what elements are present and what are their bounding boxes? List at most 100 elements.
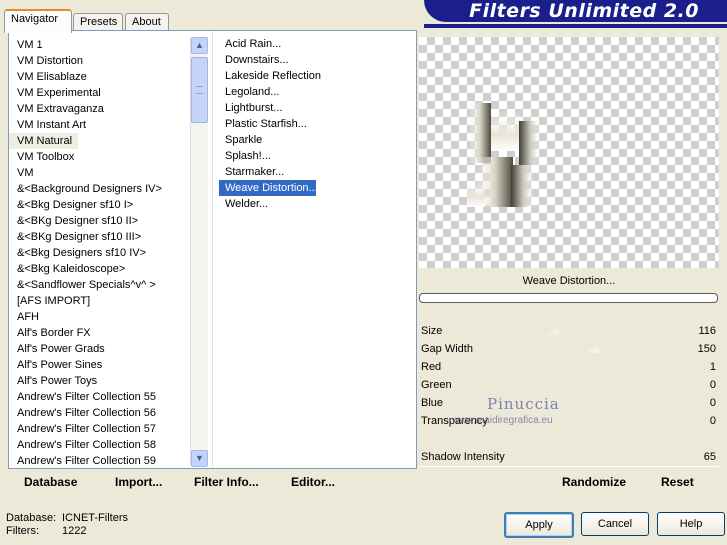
category-item[interactable]: &<Bkg Kaleidoscope>	[9, 261, 190, 277]
import-button[interactable]: Import...	[115, 475, 162, 489]
randomize-button[interactable]: Randomize	[562, 475, 626, 489]
category-item[interactable]: [AFS IMPORT]	[9, 293, 190, 309]
progress-bar	[419, 293, 718, 303]
category-item[interactable]: Alf's Border FX	[9, 325, 190, 341]
watermark-signature: Pinuccia	[487, 395, 560, 413]
param-label: Blue	[421, 397, 444, 409]
navigator-actions: Database Import... Filter Info... Editor…	[8, 469, 415, 496]
category-item[interactable]: &<Bkg Designer sf10 I>	[9, 197, 190, 213]
filter-item[interactable]: Lakeside Reflection	[219, 68, 415, 84]
category-list[interactable]: VM 1 VM Distortion VM Elisablaze VM Experim…	[9, 31, 190, 474]
param-slider-track	[419, 430, 719, 448]
param-value: 150	[697, 343, 716, 355]
category-item[interactable]: Alf's Power Grads	[9, 341, 190, 357]
category-item[interactable]: &<Background Designers IV>	[9, 181, 190, 197]
param-value: 1	[709, 361, 716, 373]
param-row[interactable]: Blue 0	[419, 394, 719, 413]
watermark-url: www.maidiregrafica.eu	[452, 415, 553, 426]
param-slider-track[interactable]	[419, 376, 719, 394]
filter-item[interactable]: Lightburst...	[219, 100, 415, 116]
category-item[interactable]: VM Elisablaze	[9, 69, 190, 85]
category-item[interactable]: AFH	[9, 309, 190, 325]
tab-presets[interactable]: Presets	[73, 13, 123, 31]
category-item[interactable]: VM Toolbox	[9, 149, 190, 165]
apply-button[interactable]: Apply	[504, 512, 574, 538]
filter-info-button[interactable]: Filter Info...	[194, 475, 259, 489]
parameter-actions: Randomize Reset	[419, 469, 719, 496]
category-item[interactable]: VM Natural	[9, 133, 78, 149]
param-value: 116	[698, 325, 716, 337]
category-item[interactable]: Alf's Power Sines	[9, 357, 190, 373]
category-item[interactable]: Andrew's Filter Collection 58	[9, 437, 190, 453]
param-label: Gap Width	[421, 343, 473, 355]
category-item[interactable]: VM 1	[9, 37, 190, 53]
param-label: Shadow Intensity	[421, 451, 505, 463]
tab-navigator[interactable]: Navigator	[4, 9, 72, 33]
category-item[interactable]: VM Instant Art	[9, 117, 190, 133]
tab-about[interactable]: About	[125, 13, 169, 31]
filter-parameters: Size 116 Gap Width 150 Red 1 Green 0 Blue 0 Transp…	[419, 322, 719, 468]
param-label: Green	[421, 379, 452, 391]
category-item[interactable]: VM Experimental	[9, 85, 190, 101]
category-item[interactable]: VM	[9, 165, 190, 181]
category-item[interactable]: &<BKg Designer sf10 II>	[9, 213, 190, 229]
help-button[interactable]: Help	[657, 512, 725, 536]
param-label: Size	[421, 325, 443, 337]
param-row	[419, 430, 719, 449]
category-item[interactable]: Andrew's Filter Collection 56	[9, 405, 190, 421]
editor-button[interactable]: Editor...	[291, 475, 335, 489]
scroll-down-button[interactable]: ▼	[191, 450, 208, 467]
filters-count: 1222	[62, 525, 87, 537]
selected-filter-name: Weave Distortion...	[419, 270, 719, 292]
category-item[interactable]: Andrew's Filter Collection 55	[9, 389, 190, 405]
category-item[interactable]: &<Sandflower Specials^v^ >	[9, 277, 190, 293]
param-row[interactable]: Green 0	[419, 376, 719, 395]
param-slider-track[interactable]	[419, 358, 719, 376]
filter-item[interactable]: Weave Distortion...	[219, 180, 318, 196]
reset-button[interactable]: Reset	[661, 475, 694, 489]
filter-list[interactable]: Acid Rain... Downstairs... Lakeside Reflec…	[219, 36, 415, 212]
database-label: Database:	[6, 512, 57, 524]
title-banner: Filters Unlimited 2.0	[424, 0, 727, 22]
database-button[interactable]: Database	[24, 475, 77, 489]
category-item[interactable]: VM Extravaganza	[9, 101, 190, 117]
param-slider-track[interactable]	[419, 322, 719, 340]
database-value: ICNET-Filters	[62, 512, 128, 524]
param-slider-track[interactable]	[419, 394, 719, 412]
list-divider	[212, 31, 213, 468]
filter-item[interactable]: Downstairs...	[219, 52, 415, 68]
filter-item[interactable]: Legoland...	[219, 84, 415, 100]
param-value: 0	[709, 397, 716, 409]
scroll-thumb[interactable]	[191, 57, 208, 123]
filter-item[interactable]: Welder...	[219, 196, 415, 212]
filter-item[interactable]: Splash!...	[219, 148, 415, 164]
filter-item[interactable]: Starmaker...	[219, 164, 415, 180]
param-row[interactable]: Shadow Intensity 65	[419, 448, 719, 467]
param-value: 0	[709, 379, 716, 391]
param-row[interactable]: Gap Width 150	[419, 340, 719, 359]
slider-marker-icon[interactable]	[587, 346, 603, 353]
cancel-button[interactable]: Cancel	[581, 512, 649, 536]
banner-underline	[424, 24, 727, 28]
param-value: 65	[703, 451, 716, 463]
filters-label: Filters:	[6, 525, 39, 537]
navigator-panel: VM 1 VM Distortion VM Elisablaze VM Experim…	[8, 30, 417, 469]
filter-item[interactable]: Plastic Starfish...	[219, 116, 415, 132]
app-title: Filters Unlimited 2.0	[469, 0, 699, 22]
category-scrollbar[interactable]: ▲ ▼	[190, 37, 208, 467]
category-item[interactable]: &<Bkg Designers sf10 IV>	[9, 245, 190, 261]
weave-preview-image	[467, 103, 541, 207]
filter-item[interactable]: Sparkle	[219, 132, 415, 148]
category-item[interactable]: VM Distortion	[9, 53, 190, 69]
category-item[interactable]: Andrew's Filter Collection 57	[9, 421, 190, 437]
param-row[interactable]: Size 116	[419, 322, 719, 341]
preview-canvas	[419, 37, 719, 268]
category-item[interactable]: Andrew's Filter Collection 59	[9, 453, 190, 469]
scroll-up-button[interactable]: ▲	[191, 37, 208, 54]
param-label: Red	[421, 361, 442, 373]
param-row[interactable]: Red 1	[419, 358, 719, 377]
filter-item[interactable]: Acid Rain...	[219, 36, 415, 52]
category-item[interactable]: Alf's Power Toys	[9, 373, 190, 389]
category-item[interactable]: &<BKg Designer sf10 III>	[9, 229, 190, 245]
slider-marker-icon[interactable]	[547, 328, 563, 335]
